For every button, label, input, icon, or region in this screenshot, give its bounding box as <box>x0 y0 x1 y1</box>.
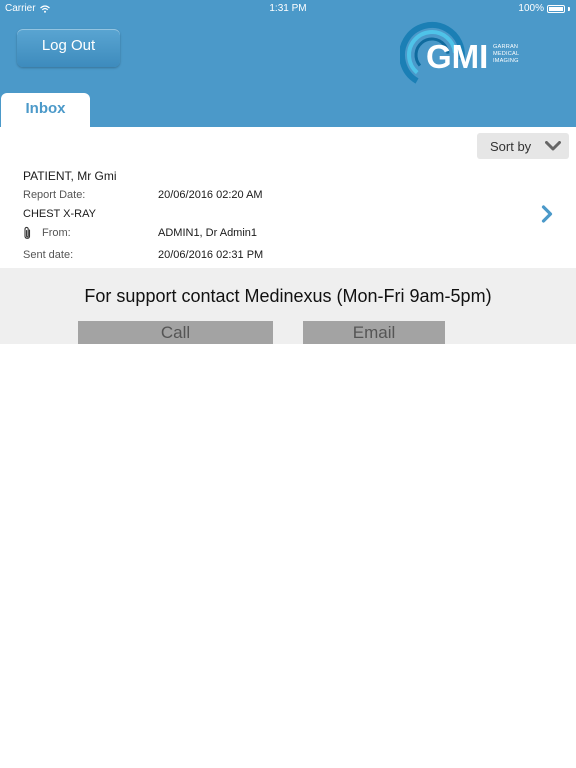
report-date-value: 20/06/2016 02:20 AM <box>158 189 263 201</box>
report-date-label: Report Date: <box>23 189 86 201</box>
study-name: CHEST X-RAY <box>23 208 96 220</box>
logo-line-1: GARRAN <box>493 44 519 50</box>
chevron-down-icon <box>545 141 561 151</box>
patient-name: PATIENT, Mr Gmi <box>23 169 117 183</box>
message-list-item[interactable]: PATIENT, Mr Gmi Report Date: 20/06/2016 … <box>0 165 576 268</box>
status-time: 1:31 PM <box>269 3 307 14</box>
logo-line-3: IMAGING <box>493 58 519 64</box>
logo-mark: GMI <box>426 38 488 75</box>
email-button[interactable]: Email <box>303 321 445 344</box>
support-panel: For support contact Medinexus (Mon-Fri 9… <box>0 268 576 344</box>
sent-date-label: Sent date: <box>23 249 74 261</box>
logo-wordmark: GARRAN MEDICAL IMAGING <box>493 44 519 65</box>
sort-by-button[interactable]: Sort by <box>477 133 569 159</box>
status-bar: Carrier 1:31 PM 100% <box>0 0 576 16</box>
battery-percent: 100% <box>518 3 544 14</box>
battery-tip <box>568 6 570 11</box>
tab-inbox[interactable]: Inbox <box>1 93 90 127</box>
battery-indicator: 100% <box>518 3 570 14</box>
call-button[interactable]: Call <box>78 321 273 344</box>
sent-date-value: 20/06/2016 02:31 PM <box>158 249 264 261</box>
chevron-right-icon[interactable] <box>541 205 553 223</box>
header-bar: Carrier 1:31 PM 100% Log Out GMI GARRAN … <box>0 0 576 127</box>
from-value: ADMIN1, Dr Admin1 <box>158 227 258 239</box>
logout-button[interactable]: Log Out <box>17 29 120 67</box>
battery-icon <box>547 4 565 13</box>
paperclip-icon <box>24 226 31 239</box>
support-text: For support contact Medinexus (Mon-Fri 9… <box>84 286 492 306</box>
from-label: From: <box>42 227 71 239</box>
logo-line-2: MEDICAL <box>493 51 520 57</box>
sort-by-label: Sort by <box>490 138 532 154</box>
